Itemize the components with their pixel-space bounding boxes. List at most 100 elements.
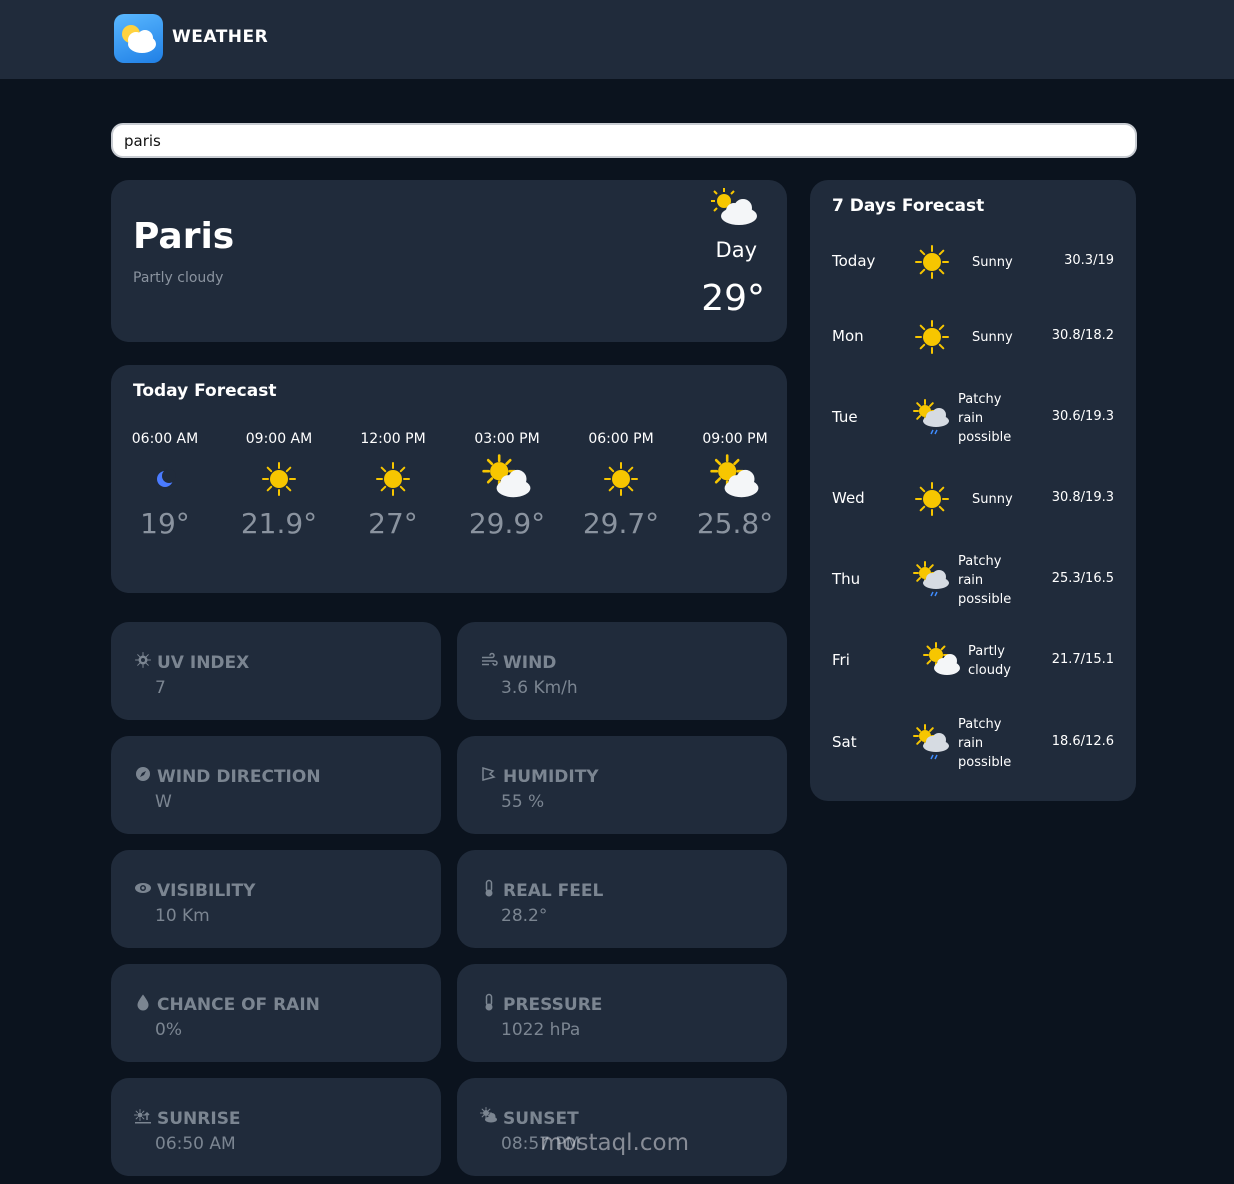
- hourly-forecast-item: 09:00 AM 21.9°: [222, 431, 336, 540]
- stat-card-sunrise: SUNRISE 06:50 AM: [111, 1078, 441, 1176]
- sun-cloud-rain-icon: [910, 721, 954, 765]
- sun-cloud-rain-icon: [910, 558, 954, 602]
- day-name: Wed: [832, 489, 865, 507]
- day-name: Mon: [832, 327, 864, 345]
- hour-temperature: 25.8°: [696, 507, 774, 540]
- stat-label: SUNRISE: [133, 1106, 241, 1131]
- day-temperature-range: 30.3/19: [1064, 253, 1114, 268]
- stat-label-text: CHANCE OF RAIN: [157, 994, 320, 1015]
- stat-label-text: WIND: [503, 652, 557, 673]
- stat-card-chance-of-rain: CHANCE OF RAIN 0%: [111, 964, 441, 1062]
- stat-label: HUMIDITY: [479, 764, 599, 789]
- stat-label-text: SUNRISE: [157, 1108, 241, 1129]
- thermometer-icon: [479, 992, 499, 1017]
- stat-value: 0%: [155, 1020, 182, 1040]
- hour-temperature: 21.9°: [240, 507, 318, 540]
- hour-time: 03:00 PM: [474, 431, 540, 447]
- hour-temperature: 19°: [140, 507, 190, 540]
- stat-card-wind-direction: WIND DIRECTION W: [111, 736, 441, 834]
- search-input[interactable]: [111, 123, 1137, 158]
- hourly-forecast-item: 09:00 PM 25.8°: [678, 431, 792, 540]
- day-condition: Patchy rain possible: [958, 391, 1012, 445]
- hour-time: 09:00 PM: [702, 431, 768, 447]
- humidity-icon: [479, 764, 499, 789]
- day-condition: Patchy rain possible: [958, 553, 1012, 607]
- stat-label: PRESSURE: [479, 992, 602, 1017]
- hour-time: 06:00 PM: [588, 431, 654, 447]
- current-temperature: 29°: [701, 278, 765, 319]
- stat-label-text: WIND DIRECTION: [157, 766, 321, 787]
- stat-card-sunset: SUNSET 08:57 PM: [457, 1078, 787, 1176]
- day-temperature-range: 30.8/18.2: [1051, 328, 1114, 343]
- sun-icon: [222, 451, 336, 507]
- hourly-forecast-item: 06:00 PM 29.7°: [564, 431, 678, 540]
- seven-day-forecast-title: 7 Days Forecast: [832, 196, 985, 216]
- eye-icon: [133, 878, 153, 903]
- hour-time: 06:00 AM: [131, 431, 199, 447]
- stat-value: W: [155, 792, 172, 812]
- sun-cloud-icon: [678, 451, 792, 507]
- stat-label: WIND: [479, 650, 556, 675]
- city-name: Paris: [133, 216, 235, 257]
- day-temperature-range: 25.3/16.5: [1051, 571, 1114, 586]
- hour-temperature: 29.9°: [468, 507, 546, 540]
- sun-cloud-icon: [450, 451, 564, 507]
- watermark-text: mostaql.com: [540, 1130, 689, 1156]
- weekly-forecast-row: Today Sunny 30.3/19: [810, 222, 1136, 302]
- hourly-forecast-item: 06:00 AM 19°: [108, 431, 222, 540]
- sun-icon: [910, 240, 954, 284]
- weekly-forecast-row: Tue Patchy rain possible 30.6/19.3: [810, 378, 1136, 458]
- day-name: Sat: [832, 733, 857, 751]
- today-forecast-card: Today Forecast 06:00 AM 19° 09:00 AM 21.9° 1…: [111, 365, 787, 593]
- day-name: Today: [832, 252, 876, 270]
- sun-icon: [910, 477, 954, 521]
- day-condition: Sunny: [972, 329, 1013, 345]
- droplet-icon: [133, 992, 153, 1017]
- stat-label: REAL FEEL: [479, 878, 603, 903]
- thermometer-icon: [479, 878, 499, 903]
- stat-label: SUNSET: [479, 1106, 579, 1131]
- stat-label-text: SUNSET: [503, 1108, 579, 1129]
- sun-cloud-icon: [707, 186, 761, 232]
- stat-value: 7: [155, 678, 166, 698]
- hour-time: 12:00 PM: [360, 431, 426, 447]
- day-condition: Sunny: [972, 254, 1013, 270]
- seven-day-forecast-card: 7 Days Forecast Today Sunny 30.3/19 Mon Sunn…: [810, 180, 1136, 801]
- today-forecast-title: Today Forecast: [133, 381, 277, 401]
- stat-value: 06:50 AM: [155, 1134, 236, 1154]
- sun-icon: [336, 451, 450, 507]
- current-weather-card: Paris Partly cloudy Day 29°: [111, 180, 787, 342]
- compass-icon: [133, 764, 153, 789]
- stat-label-text: UV INDEX: [157, 652, 250, 673]
- hourly-forecast-item: 03:00 PM 29.9°: [450, 431, 564, 540]
- day-temperature-range: 18.6/12.6: [1051, 734, 1114, 749]
- weekly-forecast-row: Fri Partly cloudy 21.7/15.1: [810, 621, 1136, 701]
- wind-icon: [479, 650, 499, 675]
- weekly-forecast-row: Sat Patchy rain possible 18.6/12.6: [810, 703, 1136, 783]
- stat-card-pressure: PRESSURE 1022 hPa: [457, 964, 787, 1062]
- stat-value: 1022 hPa: [501, 1020, 581, 1040]
- sun-cloud-icon: [920, 639, 964, 683]
- moon-icon: [108, 451, 222, 507]
- stat-card-wind: WIND 3.6 Km/h: [457, 622, 787, 720]
- sun-cloud-rain-icon: [910, 396, 954, 440]
- stat-card-visibility: VISIBILITY 10 Km: [111, 850, 441, 948]
- sun-icon: [564, 451, 678, 507]
- stat-value: 55 %: [501, 792, 545, 812]
- weekly-forecast-row: Thu Patchy rain possible 25.3/16.5: [810, 540, 1136, 620]
- weekly-forecast-row: Mon Sunny 30.8/18.2: [810, 297, 1136, 377]
- hour-temperature: 29.7°: [582, 507, 660, 540]
- day-name: Tue: [832, 408, 858, 426]
- sun-gear-icon: [133, 650, 153, 675]
- day-temperature-range: 30.6/19.3: [1051, 409, 1114, 424]
- stat-card-humidity: HUMIDITY 55 %: [457, 736, 787, 834]
- weather-logo-icon[interactable]: [114, 14, 163, 63]
- day-condition: Partly cloudy: [968, 644, 1011, 678]
- stat-value: 3.6 Km/h: [501, 678, 578, 698]
- stat-label: VISIBILITY: [133, 878, 255, 903]
- hour-temperature: 27°: [368, 507, 418, 540]
- sunrise-icon: [133, 1106, 153, 1131]
- day-temperature-range: 30.8/19.3: [1051, 490, 1114, 505]
- stat-card-uv-index: UV INDEX 7: [111, 622, 441, 720]
- day-condition: Sunny: [972, 491, 1013, 507]
